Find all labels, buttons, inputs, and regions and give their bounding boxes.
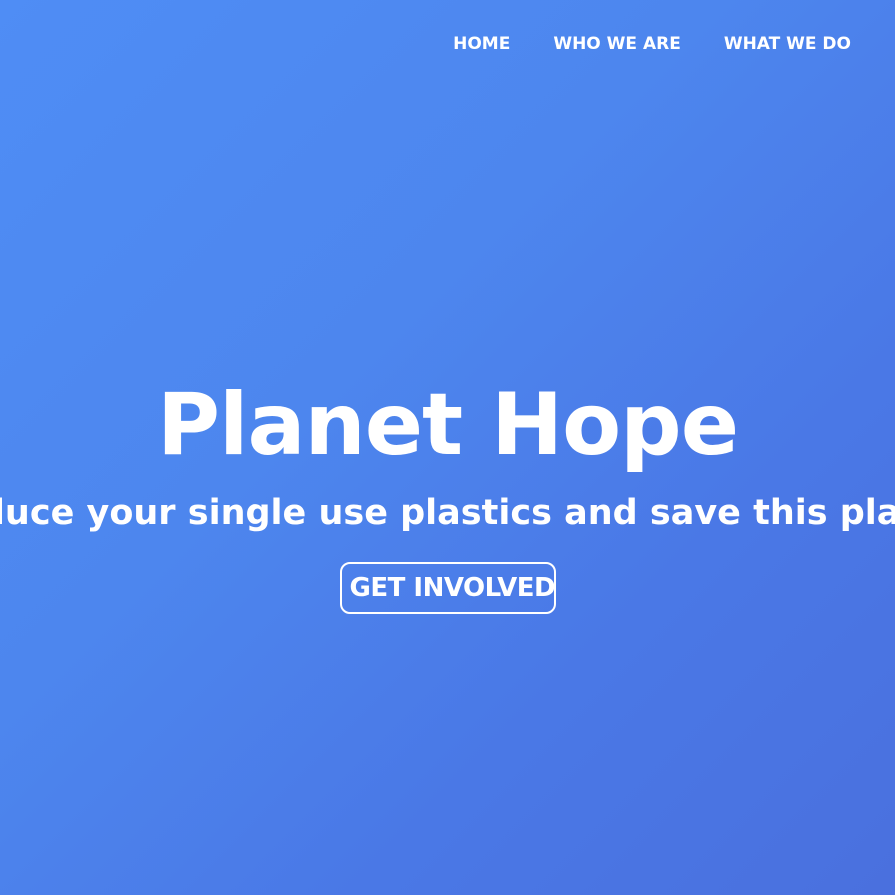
nav-link-home[interactable]: HOME — [453, 34, 510, 54]
nav-link-what-we-do[interactable]: WHAT WE DO — [724, 34, 851, 54]
hero-title: Planet Hope — [156, 375, 739, 475]
main-navigation: HOME WHO WE ARE WHAT WE DO — [453, 34, 851, 54]
nav-link-who-we-are[interactable]: WHO WE ARE — [553, 34, 681, 54]
hero-subtitle: Reduce your single use plastics and save… — [0, 493, 895, 533]
get-involved-button[interactable]: GET INVOLVED — [339, 562, 556, 614]
hero-section: Planet Hope — [0, 370, 895, 480]
cta-container: GET INVOLVED — [0, 562, 895, 614]
hero-subtitle-container: Reduce your single use plastics and save… — [0, 490, 895, 536]
